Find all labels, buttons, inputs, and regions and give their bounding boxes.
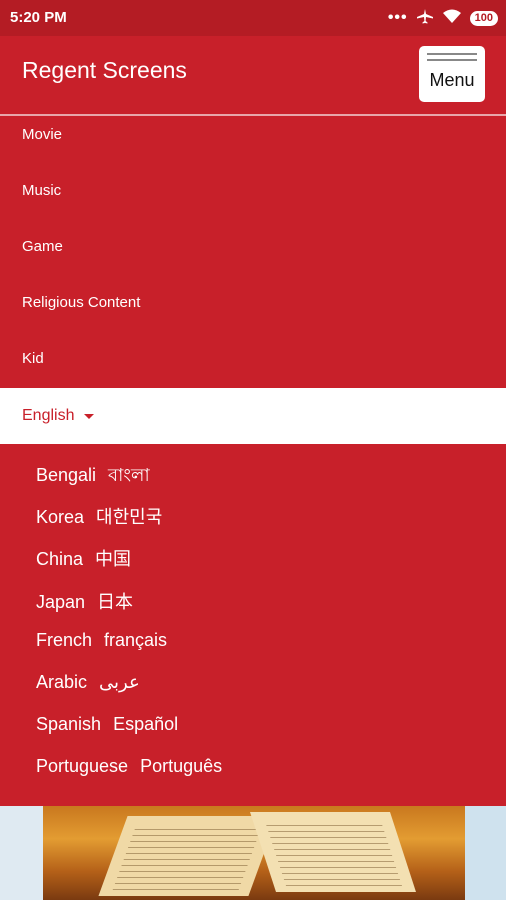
header-divider xyxy=(0,114,506,116)
hamburger-icon xyxy=(427,53,477,65)
language-dropdown[interactable]: English xyxy=(0,388,506,444)
book-page-right xyxy=(250,812,416,892)
language-selected: English xyxy=(22,407,75,424)
status-time: 5:20 PM xyxy=(10,9,67,26)
nav-item-movie[interactable]: Movie xyxy=(22,126,62,143)
language-name: French xyxy=(36,630,93,650)
language-name: Bengali xyxy=(36,465,97,485)
language-option-japan[interactable]: Japan 日本 xyxy=(36,588,133,614)
language-name: Japan xyxy=(36,592,86,612)
wifi-icon xyxy=(442,8,462,29)
language-option-arabic[interactable]: Arabic عربى xyxy=(36,672,140,693)
nav-item-religious-content[interactable]: Religious Content xyxy=(22,294,140,311)
language-native-name: 中国 xyxy=(95,549,132,569)
language-native-name: français xyxy=(104,630,168,650)
language-option-portuguese[interactable]: Portuguese Português xyxy=(36,756,222,777)
airplane-icon xyxy=(416,8,434,29)
language-native-name: 日本 xyxy=(97,592,134,612)
status-icons: ••• 100 xyxy=(388,8,498,28)
caret-down-icon xyxy=(84,414,94,419)
language-option-french[interactable]: French français xyxy=(36,630,167,651)
status-bar: 5:20 PM ••• 100 xyxy=(0,0,506,36)
language-option-bengali[interactable]: Bengali বাংলা xyxy=(36,461,150,492)
language-option-china[interactable]: China 中国 xyxy=(36,545,131,571)
open-book-image xyxy=(43,806,465,900)
language-name: Korea xyxy=(36,507,85,527)
language-name: Portuguese xyxy=(36,756,129,776)
battery-indicator: 100 xyxy=(469,10,498,26)
language-name: China xyxy=(36,549,84,569)
banner-side-panel xyxy=(465,806,506,900)
app-header: Regent Screens Menu xyxy=(0,36,506,114)
language-native-name: عربى xyxy=(99,672,140,692)
nav-item-kid[interactable]: Kid xyxy=(22,350,44,367)
language-option-spanish[interactable]: Spanish Español xyxy=(36,714,178,735)
language-option-korea[interactable]: Korea 대한민국 xyxy=(36,503,162,529)
language-native-name: 대한민국 xyxy=(96,507,163,527)
menu-label: Menu xyxy=(429,70,475,90)
notification-dots: ••• xyxy=(387,9,408,26)
banner-image xyxy=(0,806,506,900)
language-native-name: Español xyxy=(113,714,179,734)
language-native-name: বাংলা xyxy=(108,465,150,485)
nav-item-game[interactable]: Game xyxy=(22,238,63,255)
book-page-left xyxy=(98,816,278,896)
language-name: Arabic xyxy=(36,672,88,692)
app-title[interactable]: Regent Screens xyxy=(22,57,187,84)
nav-item-music[interactable]: Music xyxy=(22,182,61,199)
language-name: Spanish xyxy=(36,714,102,734)
menu-button[interactable]: Menu xyxy=(419,46,485,102)
language-native-name: Português xyxy=(140,756,223,776)
